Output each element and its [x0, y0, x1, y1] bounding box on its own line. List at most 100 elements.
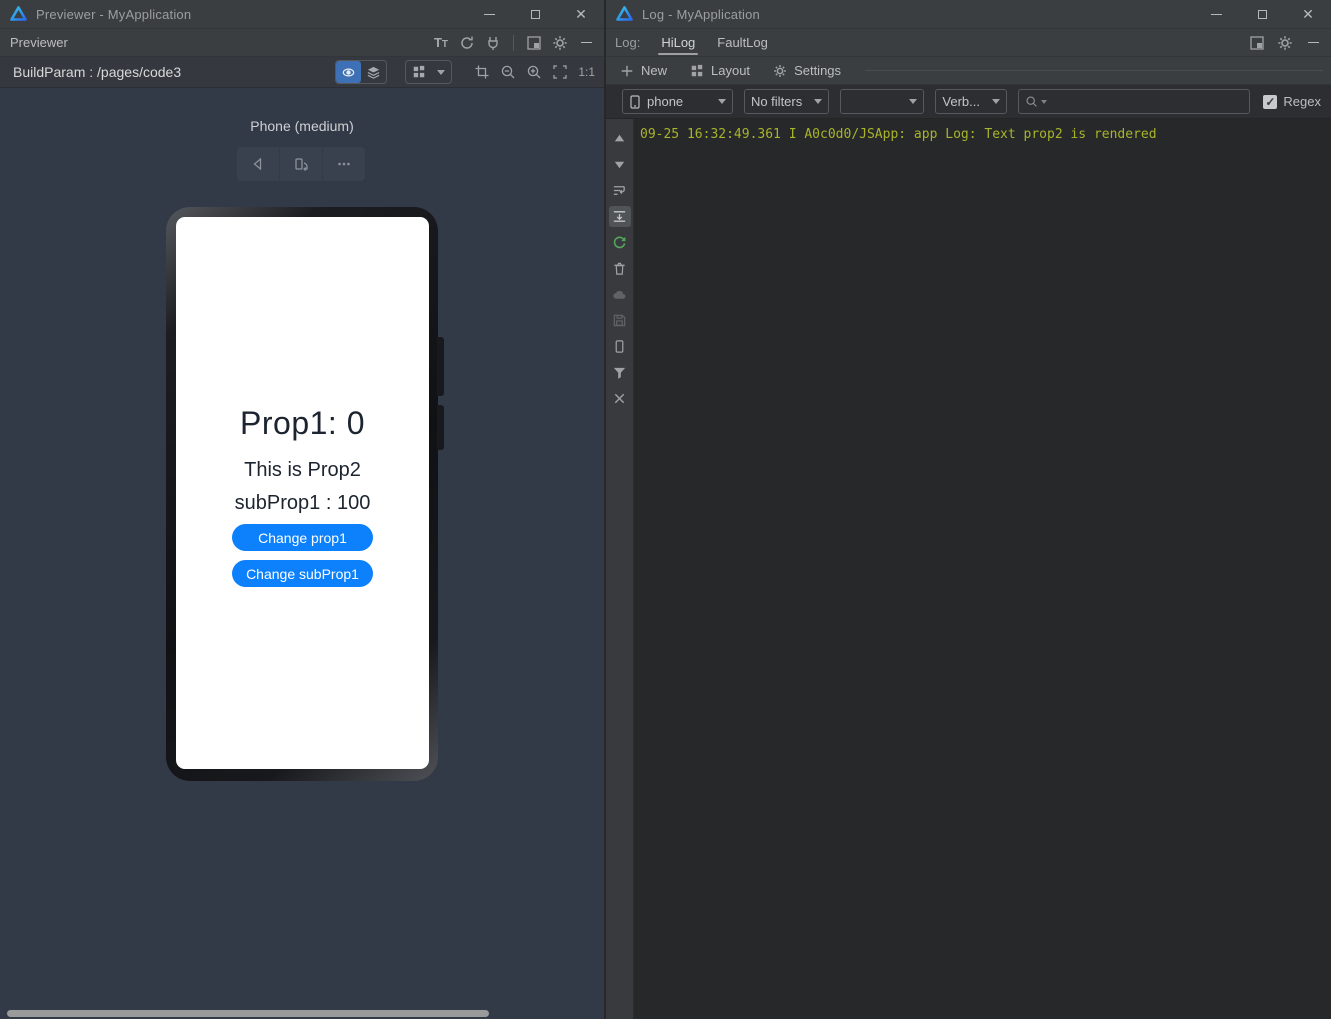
previewer-titlebar[interactable]: Previewer - MyApplication ✕: [0, 0, 604, 29]
back-button[interactable]: [237, 147, 280, 181]
phone-power-button: [437, 405, 444, 450]
previewer-window-controls: ✕: [466, 0, 604, 28]
log-label: Log:: [615, 35, 640, 50]
restart-session-icon[interactable]: [609, 232, 631, 253]
chevron-down-icon: [992, 99, 1000, 104]
tab-hilog[interactable]: HiLog: [650, 29, 706, 56]
log-window-controls: ✕: [1193, 0, 1331, 28]
chevron-down-icon: [814, 99, 822, 104]
panel-layout-icon[interactable]: [1247, 33, 1267, 53]
previewer-window-title: Previewer - MyApplication: [36, 7, 191, 22]
search-input[interactable]: [1050, 94, 1244, 109]
device-grid-group: [405, 60, 452, 84]
font-size-icon[interactable]: TT: [431, 33, 451, 53]
log-titlebar[interactable]: Log - MyApplication ✕: [606, 0, 1331, 29]
previewer-window: Previewer - MyApplication ✕ Previewer TT: [0, 0, 604, 1019]
preview-canvas: Phone (medium) Prop1: 0: [0, 88, 604, 1019]
new-session-button[interactable]: New: [619, 63, 667, 79]
eye-preview-icon[interactable]: [336, 61, 361, 83]
close-button[interactable]: ✕: [1285, 0, 1331, 28]
deveco-logo-icon: [10, 6, 27, 23]
view-mode-group: [335, 60, 387, 84]
scroll-down-icon[interactable]: [609, 154, 631, 175]
zoom-ratio-label[interactable]: 1:1: [576, 65, 597, 79]
change-subprop1-button[interactable]: Change subProp1: [232, 560, 373, 587]
soft-wrap-icon[interactable]: [609, 180, 631, 201]
gear-icon: [772, 63, 788, 79]
filter-funnel-icon[interactable]: [609, 362, 631, 383]
zoom-out-icon[interactable]: [498, 62, 518, 82]
layers-icon[interactable]: [361, 61, 386, 83]
panel-layout-icon[interactable]: [524, 33, 544, 53]
log-window: Log - MyApplication ✕ Log: HiLog FaultLo…: [604, 0, 1331, 1019]
device-screenshot-icon[interactable]: [609, 336, 631, 357]
zoom-in-icon[interactable]: [524, 62, 544, 82]
chevron-down-icon: [718, 99, 726, 104]
save-log-icon[interactable]: [609, 310, 631, 331]
more-button[interactable]: [323, 147, 365, 181]
log-output-area[interactable]: 09-25 16:32:49.361 I A0c0d0/JSApp: app L…: [634, 119, 1331, 1019]
prop2-text: This is Prop2: [176, 459, 429, 482]
gear-icon[interactable]: [550, 33, 570, 53]
log-level-select[interactable]: Verb...: [935, 89, 1006, 114]
build-param-label: BuildParam : /pages/code3: [13, 64, 181, 80]
hide-panel-icon[interactable]: [1303, 33, 1323, 53]
plus-icon: [619, 63, 635, 79]
scroll-up-icon[interactable]: [609, 128, 631, 149]
close-panel-icon[interactable]: [609, 388, 631, 409]
cloud-icon[interactable]: [609, 284, 631, 305]
log-tabbar: Log: HiLog FaultLog: [606, 29, 1331, 57]
horizontal-scrollbar[interactable]: [7, 1010, 489, 1017]
device-select[interactable]: phone: [622, 89, 733, 114]
phone-screen: Prop1: 0 This is Prop2 subProp1 : 100 Ch…: [176, 217, 429, 769]
regex-option: ✓ Regex: [1263, 94, 1321, 109]
previewer-tool-label: Previewer: [10, 35, 68, 50]
refresh-icon[interactable]: [457, 33, 477, 53]
desktop: Previewer - MyApplication ✕ Previewer TT: [0, 0, 1331, 1019]
regex-checkbox[interactable]: ✓: [1263, 95, 1277, 109]
deveco-logo-icon: [616, 6, 633, 23]
prop1-text: Prop1: 0: [176, 405, 429, 442]
log-window-title: Log - MyApplication: [642, 7, 760, 22]
search-icon: [1025, 95, 1038, 108]
gear-icon[interactable]: [1275, 33, 1295, 53]
build-toolbar: 1:1: [335, 60, 597, 84]
device-label: Phone (medium): [0, 118, 604, 134]
minimize-button[interactable]: [1193, 0, 1239, 28]
log-sidebar: [606, 119, 634, 1019]
settings-button[interactable]: Settings: [772, 63, 841, 79]
search-box: [1018, 89, 1251, 114]
search-history-caret[interactable]: [1041, 100, 1047, 104]
chevron-down-icon[interactable]: [431, 61, 451, 83]
subprop1-text: subProp1 : 100: [176, 492, 429, 515]
log-filterbar: phone No filters Verb...: [606, 85, 1331, 119]
phone-frame: Prop1: 0 This is Prop2 subProp1 : 100 Ch…: [166, 207, 438, 781]
log-actionbar: New Layout Settings: [606, 57, 1331, 85]
change-prop1-button[interactable]: Change prop1: [232, 524, 373, 551]
scroll-to-end-icon[interactable]: [609, 206, 631, 227]
inspector-plug-icon[interactable]: [483, 33, 503, 53]
process-select[interactable]: [840, 89, 924, 114]
close-button[interactable]: ✕: [558, 0, 604, 28]
tab-faultlog[interactable]: FaultLog: [706, 29, 779, 56]
log-line: 09-25 16:32:49.361 I A0c0d0/JSApp: app L…: [640, 127, 1325, 142]
minimize-button[interactable]: [466, 0, 512, 28]
toolbar-divider: [513, 35, 514, 51]
phone-icon: [629, 95, 641, 109]
maximize-button[interactable]: [512, 0, 558, 28]
frame-crop-icon[interactable]: [472, 62, 492, 82]
regex-label: Regex: [1283, 94, 1321, 109]
log-body: 09-25 16:32:49.361 I A0c0d0/JSApp: app L…: [606, 119, 1331, 1019]
log-tabbar-icons: [1247, 33, 1323, 53]
layout-button[interactable]: Layout: [689, 63, 750, 79]
grid-icon[interactable]: [406, 61, 431, 83]
layout-grid-icon: [689, 63, 705, 79]
build-param-bar: BuildParam : /pages/code3: [0, 57, 604, 88]
filter-select[interactable]: No filters: [744, 89, 829, 114]
rotate-device-button[interactable]: [280, 147, 323, 181]
hide-panel-icon[interactable]: [576, 33, 596, 53]
maximize-button[interactable]: [1239, 0, 1285, 28]
clear-log-icon[interactable]: [609, 258, 631, 279]
fit-to-window-icon[interactable]: [550, 62, 570, 82]
previewer-toolbar-icons: TT: [431, 33, 596, 53]
